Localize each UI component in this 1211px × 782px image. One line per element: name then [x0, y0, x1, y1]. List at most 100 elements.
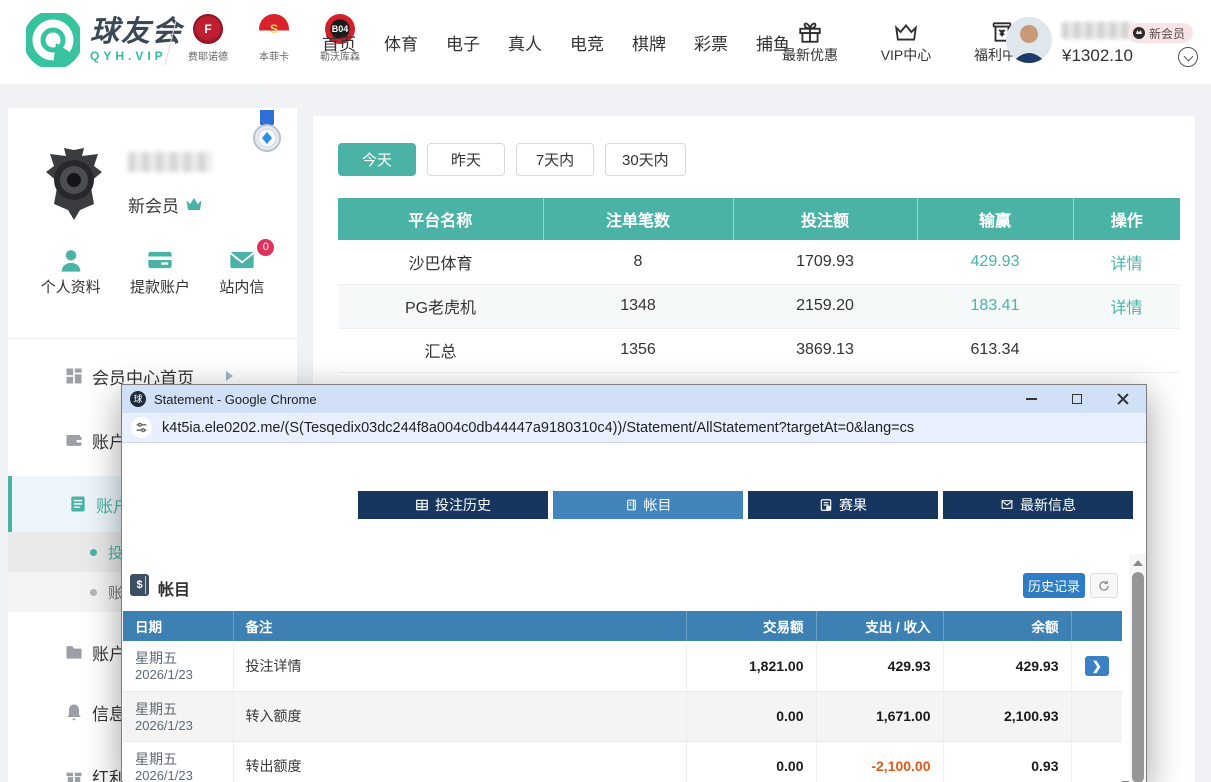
- history-record-button[interactable]: 历史记录: [1023, 573, 1085, 598]
- tab-yesterday[interactable]: 昨天: [427, 143, 505, 176]
- chevron-down-icon[interactable]: [1178, 47, 1198, 67]
- vertical-scrollbar[interactable]: [1129, 554, 1146, 782]
- col-note: 备注: [233, 611, 686, 641]
- tab-account-statement[interactable]: 帐目: [553, 491, 743, 519]
- member-level-badge: 新会员: [1128, 23, 1193, 43]
- member-shield-avatar[interactable]: [40, 146, 108, 222]
- inbox-count-badge: 0: [257, 239, 274, 256]
- refresh-button[interactable]: [1090, 573, 1118, 598]
- vip-center-link[interactable]: VIP中心: [871, 19, 941, 65]
- minimize-icon: [1026, 398, 1037, 400]
- feyenoord-crest-icon: F: [193, 14, 223, 44]
- inbox-shortcut[interactable]: 0 站内信: [219, 246, 264, 297]
- top-header: 球友会 QYH.VIP F 费耶诺德 S 本菲卡 B04 勒沃库森 首页 体育 …: [0, 0, 1211, 84]
- bullet-icon: [90, 549, 97, 556]
- balance-amount: ¥1302.10: [1062, 46, 1133, 66]
- quick-links: 最新优惠 VIP中心 福利中心: [775, 0, 1037, 84]
- user-avatar[interactable]: [1006, 17, 1052, 63]
- col-winloss: 输赢: [917, 198, 1073, 240]
- col-payout-income: 支出 / 收入: [816, 611, 943, 641]
- benfica-crest-icon: S: [259, 14, 289, 44]
- medal-icon: [1133, 27, 1145, 39]
- nav-home[interactable]: 首页: [322, 30, 356, 55]
- expand-row-button[interactable]: ❯: [1085, 656, 1109, 676]
- level-medal-icon: [251, 110, 283, 156]
- col-platform: 平台名称: [338, 198, 543, 240]
- platform-summary-table: 平台名称 注单笔数 投注额 输赢 操作 沙巴体育 8 1709.93 429.9…: [338, 198, 1180, 373]
- col-expand: [1071, 611, 1122, 641]
- col-bet-amount: 投注额: [733, 198, 917, 240]
- statement-section-header: $ 帐目 历史记录: [130, 573, 1140, 599]
- crown-icon: [185, 196, 203, 214]
- site-favicon-icon: 球: [130, 391, 146, 407]
- nav-slots[interactable]: 电子: [446, 30, 480, 55]
- maximize-button[interactable]: [1054, 385, 1100, 413]
- detail-link[interactable]: 详情: [1110, 300, 1142, 317]
- table-row: 沙巴体育 8 1709.93 429.93 详情: [338, 240, 1180, 284]
- sponsor-benfica[interactable]: S 本菲卡: [248, 14, 300, 63]
- logo-subtitle: QYH.VIP: [90, 49, 183, 63]
- ledger-book-icon: [625, 498, 638, 512]
- statement-row: 星期五2026/1/23 转入额度 0.00 1,671.00 2,100.93: [123, 691, 1122, 741]
- tab-30days[interactable]: 30天内: [605, 143, 686, 176]
- tab-bet-history[interactable]: 投注历史: [358, 491, 548, 519]
- window-title: Statement - Google Chrome: [154, 392, 317, 407]
- sponsor-feyenoord[interactable]: F 费耶诺德: [182, 14, 234, 63]
- col-date: 日期: [123, 611, 233, 641]
- nav-esports[interactable]: 电竞: [570, 30, 604, 55]
- nav-sports[interactable]: 体育: [384, 30, 418, 55]
- envelope-icon: [1000, 498, 1014, 512]
- gift-icon: [64, 766, 84, 782]
- tab-today[interactable]: 今天: [338, 143, 416, 176]
- col-transaction: 交易额: [686, 611, 816, 641]
- close-icon: [1117, 393, 1129, 405]
- crown-icon: [871, 19, 941, 45]
- statement-row: 星期五2026/1/23 转出额度 0.00 -2,100.00 0.93: [123, 741, 1122, 782]
- tab-results[interactable]: 赛果: [748, 491, 938, 519]
- scrollbar-thumb[interactable]: [1132, 572, 1144, 782]
- nav-cards[interactable]: 棋牌: [632, 30, 666, 55]
- divider: [8, 338, 297, 339]
- minimize-button[interactable]: [1008, 385, 1054, 413]
- bullet-icon: [90, 589, 97, 596]
- logo-icon: [26, 13, 80, 67]
- maximize-icon: [1072, 394, 1082, 404]
- col-balance: 余额: [943, 611, 1071, 641]
- withdraw-account-shortcut[interactable]: 提款账户: [130, 246, 190, 297]
- window-controls: [1008, 385, 1146, 413]
- statement-header-row: 日期 备注 交易额 支出 / 收入 余额: [123, 611, 1122, 641]
- nav-lottery[interactable]: 彩票: [694, 30, 728, 55]
- grid-icon: [64, 366, 84, 386]
- promotions-link[interactable]: 最新优惠: [775, 19, 845, 65]
- site-settings-icon[interactable]: [131, 417, 152, 438]
- detail-link[interactable]: 详情: [1110, 256, 1142, 273]
- person-icon: [41, 246, 101, 276]
- chevron-right-icon: [226, 371, 233, 381]
- folder-icon: [64, 642, 84, 662]
- col-bet-count: 注单笔数: [543, 198, 733, 240]
- profile-shortcut[interactable]: 个人资料: [41, 246, 101, 297]
- col-action: 操作: [1073, 198, 1180, 240]
- bank-card-icon: [130, 246, 190, 276]
- popup-titlebar[interactable]: 球 Statement - Google Chrome: [122, 385, 1146, 413]
- address-bar[interactable]: k4t5ia.ele0202.me/(S(Tesqedix03dc244f8a0…: [122, 413, 1146, 443]
- table-grid-icon: [415, 498, 429, 512]
- bell-icon: [64, 702, 84, 722]
- table-row: PG老虎机 1348 2159.20 183.41 详情: [338, 284, 1180, 328]
- section-title: 帐目: [158, 576, 190, 600]
- account-statement-table: 日期 备注 交易额 支出 / 收入 余额 星期五2026/1/23 投注详情 1…: [123, 611, 1122, 782]
- clipboard-list-icon: [68, 494, 88, 514]
- results-doc-icon: [819, 498, 833, 512]
- table-header-row: 平台名称 注单笔数 投注额 输赢 操作: [338, 198, 1180, 240]
- tab-7days[interactable]: 7天内: [516, 143, 594, 176]
- scroll-up-arrow[interactable]: [1129, 556, 1146, 570]
- gift-icon: [775, 19, 845, 45]
- close-button[interactable]: [1100, 385, 1146, 413]
- username-redacted: [1062, 22, 1134, 39]
- site-logo[interactable]: 球友会 QYH.VIP: [26, 13, 183, 67]
- main-nav: 首页 体育 电子 真人 电竞 棋牌 彩票 捕鱼: [322, 0, 790, 84]
- tab-latest-news[interactable]: 最新信息: [943, 491, 1133, 519]
- statement-row: 星期五2026/1/23 投注详情 1,821.00 429.93 429.93…: [123, 641, 1122, 691]
- nav-live[interactable]: 真人: [508, 30, 542, 55]
- member-name-redacted: [128, 152, 212, 172]
